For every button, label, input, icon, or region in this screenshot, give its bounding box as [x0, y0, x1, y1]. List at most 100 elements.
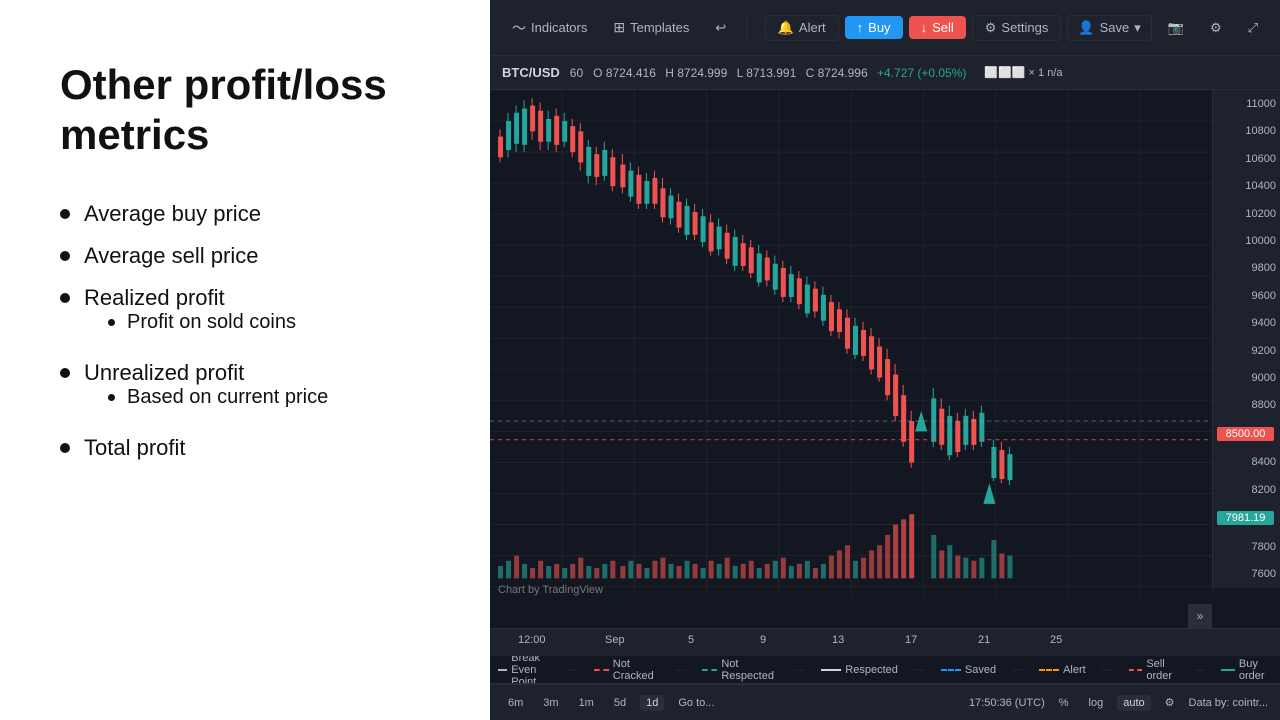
expand-button[interactable]: ⤢ [1238, 15, 1268, 41]
legend-item: Not Respected [702, 658, 779, 682]
candle-controls: ⬜⬜⬜ × 1 n/a [984, 66, 1062, 79]
sub-bullet-dot [108, 394, 115, 401]
indicators-button[interactable]: 〜 Indicators [502, 13, 597, 43]
settings-button[interactable]: ⚙ Settings [972, 15, 1062, 41]
open-price: O 8724.416 [593, 66, 662, 80]
legend-line [821, 669, 841, 671]
chart-toolbar: 〜 Indicators ⊞ Templates ↩ 🔔 Alert ↑ Buy… [490, 0, 1280, 56]
legend-label: Alert [1063, 664, 1086, 676]
bottom-bar: 6m 3m 1m 5d 1d Go to... 17:50:36 (UTC) %… [490, 684, 1280, 720]
collapse-button[interactable]: » [1188, 604, 1212, 628]
time-label-5: 5 [688, 634, 694, 646]
legend-line [702, 669, 718, 671]
high-price: H 8724.999 [665, 66, 733, 80]
bell-icon: 🔔 [778, 20, 794, 36]
legend-separator: — [675, 664, 686, 676]
save-button[interactable]: 👤 Save ▾ [1067, 15, 1151, 41]
settings3-button[interactable]: ⚙ [1159, 694, 1181, 711]
buy-label: Buy [868, 20, 890, 35]
legend-separator: — [1102, 664, 1113, 676]
price-level: 8800 [1217, 399, 1276, 411]
price-bar: BTC/USD 60 O 8724.416 H 8724.999 L 8713.… [490, 56, 1280, 90]
auto-button[interactable]: auto [1117, 695, 1150, 711]
pct-button[interactable]: % [1053, 695, 1075, 711]
legend-separator: — [1012, 664, 1023, 676]
legend-item: Not Cracked [594, 658, 659, 682]
green-price-label: 7981.19 [1217, 511, 1274, 525]
settings2-button[interactable]: ⚙ [1200, 15, 1232, 41]
legend-item: Saved [941, 664, 996, 676]
timeframe-6m-button[interactable]: 6m [502, 695, 529, 711]
price-level: 10400 [1217, 180, 1276, 192]
time-label-sep: Sep [605, 634, 625, 646]
goto-button[interactable]: Go to... [672, 695, 720, 711]
price-level: 9000 [1217, 372, 1276, 384]
templates-label: Templates [630, 20, 689, 35]
list-item: Unrealized profit Based on current price [60, 360, 430, 419]
bottom-right: 17:50:36 (UTC) % log auto ⚙ Data by: coi… [969, 694, 1268, 711]
price-level: 10800 [1217, 125, 1276, 137]
list-item: Realized profit Profit on sold coins [60, 285, 430, 344]
legend-line [1129, 669, 1143, 671]
bullet-list: Average buy price Average sell price Rea… [60, 201, 430, 477]
indicators-icon: 〜 [512, 18, 526, 38]
indicators-label: Indicators [531, 20, 587, 35]
sub-bullet-list: Profit on sold coins [108, 311, 296, 334]
templates-button[interactable]: ⊞ Templates [603, 14, 699, 41]
price-level: 8200 [1217, 484, 1276, 496]
save-label: Save [1100, 20, 1130, 35]
fullscreen-button[interactable]: 📷 [1158, 15, 1194, 41]
time-label-17: 17 [905, 634, 917, 646]
log-button[interactable]: log [1083, 695, 1110, 711]
price-level: 9800 [1217, 262, 1276, 274]
alert-button[interactable]: 🔔 Alert [765, 15, 839, 41]
pair-label: BTC/USD [502, 65, 560, 80]
bullet-dot [60, 368, 70, 378]
sell-label: Sell [932, 20, 954, 35]
bullet-text: Average buy price [84, 201, 261, 227]
bullet-text: Realized profit [84, 285, 225, 310]
price-level: 9600 [1217, 290, 1276, 302]
sell-button[interactable]: ↓ Sell [909, 16, 966, 39]
sell-arrow-icon: ↓ [921, 20, 928, 35]
legend-line [594, 669, 609, 671]
undo-button[interactable]: ↩ [705, 15, 736, 41]
price-scale: 11000 10800 10600 10400 10200 10000 9800… [1212, 90, 1280, 588]
legend-separator: — [914, 664, 925, 676]
legend-separator: — [567, 664, 578, 676]
price-level: 9400 [1217, 317, 1276, 329]
timeframe-3m-button[interactable]: 3m [537, 695, 564, 711]
close-price: C 8724.996 [806, 66, 874, 80]
low-price: L 8713.991 [737, 66, 803, 80]
chart-area[interactable]: 11000 10800 10600 10400 10200 10000 9800… [490, 90, 1280, 628]
bullet-dot [60, 209, 70, 219]
price-level: 7800 [1217, 541, 1276, 553]
sub-list-item: Based on current price [108, 386, 328, 409]
sub-bullet-text: Profit on sold coins [127, 311, 296, 334]
price-level: 11000 [1217, 98, 1276, 110]
time-label-21: 21 [978, 634, 990, 646]
legend-item: Sell order [1129, 658, 1179, 682]
price-bar-ohlc: O 8724.416 H 8724.999 L 8713.991 C 8724.… [593, 66, 966, 80]
bullet-text: Total profit [84, 435, 186, 461]
buy-button[interactable]: ↑ Buy [845, 16, 903, 39]
legend-label: Buy order [1239, 658, 1271, 682]
gear-icon: ⚙ [985, 20, 997, 36]
list-item: Average buy price [60, 201, 430, 227]
list-item: Total profit [60, 435, 430, 461]
timeframe-1d-button[interactable]: 1d [640, 695, 664, 711]
sub-bullet-dot [108, 319, 115, 326]
legend-line [1221, 669, 1235, 671]
legend-item: Alert [1039, 664, 1086, 676]
expand-icon: ⤢ [1248, 20, 1258, 36]
legend-item: Respected [821, 664, 898, 676]
camera-icon: 📷 [1168, 20, 1184, 36]
timeframe-1m-button[interactable]: 1m [573, 695, 600, 711]
timeframe-label: 60 [570, 66, 583, 80]
price-level: 7600 [1217, 568, 1276, 580]
price-level: 10600 [1217, 153, 1276, 165]
legend-line [1039, 669, 1059, 671]
alert-label: Alert [799, 20, 826, 35]
buy-arrow-icon: ↑ [857, 20, 864, 35]
timeframe-5d-button[interactable]: 5d [608, 695, 632, 711]
